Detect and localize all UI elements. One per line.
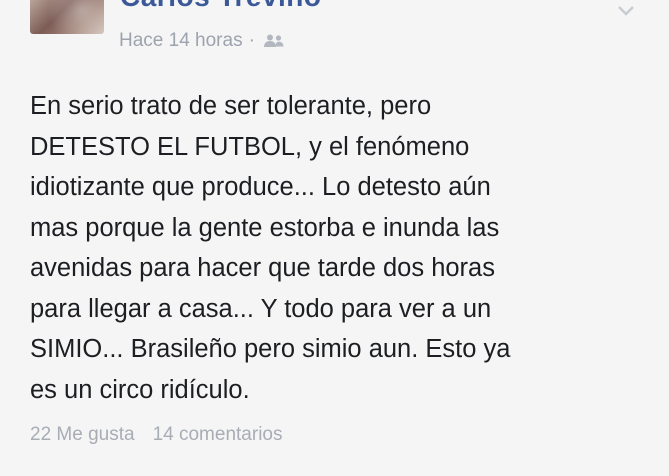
post-text-line: En serio trato de ser tolerante, pero [30,92,432,120]
post-text-line: SIMIO... Brasileño pero simio aun. Esto … [30,335,511,363]
post-text-line: mas porque la gente estorba e inunda las [30,213,500,242]
likes-count[interactable]: 22 Me gusta [30,424,135,445]
author-name[interactable]: Carlos Treviño [120,0,322,13]
post-text-line: idiotizante que produce... Lo detesto aú… [30,173,491,201]
comments-count[interactable]: 14 comentarios [153,424,283,445]
post-meta: Hace 14 horas · [119,30,285,52]
avatar-image [30,0,104,34]
avatar[interactable] [30,0,104,34]
meta-separator: · [248,30,255,51]
post-card: Carlos Treviño Hace 14 horas · En serio … [0,0,669,476]
post-text-line: avenidas para hacer que tarde dos horas [30,254,495,282]
post-text-line: para llegar a casa... Y todo para ver a … [30,294,492,323]
post-text-line: DETESTO EL FUTBOL, y el fenómeno [30,132,470,161]
post-text-line: es un circo ridículo. [30,375,250,404]
post-timestamp[interactable]: Hace 14 horas [119,30,243,52]
chevron-down-icon[interactable] [617,4,635,18]
post-footer: 22 Me gusta 14 comentarios [30,424,282,446]
friends-icon[interactable] [263,33,285,49]
post-body: En serio trato de ser tolerante, pero DE… [30,86,650,410]
